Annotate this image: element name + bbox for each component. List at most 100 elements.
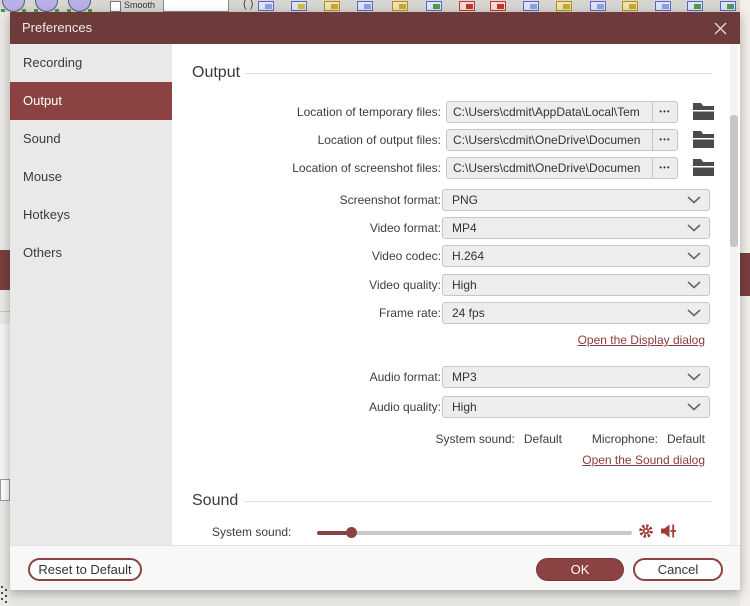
system-sound-speaker-button[interactable] <box>660 523 677 540</box>
video-quality-value: High <box>452 278 477 292</box>
toolbar-icon <box>291 1 307 11</box>
video-quality-dropdown[interactable]: High <box>442 274 710 296</box>
toolbar-icon <box>556 1 572 11</box>
chevron-down-icon <box>687 281 701 289</box>
output-files-label: Location of output files: <box>172 129 441 151</box>
toolbar-icon <box>720 1 736 11</box>
background-right-panel <box>740 0 750 606</box>
video-codec-value: H.264 <box>452 249 484 263</box>
system-sound-slider-thumb[interactable] <box>346 527 357 538</box>
toolbar-icon <box>324 1 340 11</box>
background-panel <box>0 324 10 482</box>
close-icon <box>714 22 727 35</box>
smooth-checkbox-label: Smooth <box>124 0 155 11</box>
microphone-device-label: Microphone: <box>592 432 658 446</box>
video-quality-label: Video quality: <box>172 274 441 296</box>
ok-button[interactable]: OK <box>536 558 624 581</box>
system-sound-slider[interactable] <box>317 531 632 535</box>
output-files-open-folder-button[interactable] <box>692 130 715 149</box>
background-accent-block <box>740 253 750 296</box>
screenshot-files-open-folder-button[interactable] <box>692 158 715 177</box>
system-sound-slider-label: System sound: <box>212 525 291 539</box>
sidebar-item-mouse[interactable]: Mouse <box>10 158 172 196</box>
folder-icon <box>692 130 715 149</box>
audio-quality-dropdown[interactable]: High <box>442 396 710 418</box>
toolbar-value-input <box>163 0 229 12</box>
frame-rate-value: 24 fps <box>452 306 485 320</box>
sidebar-item-recording[interactable]: Recording <box>10 44 172 82</box>
video-format-label: Video format: <box>172 217 441 239</box>
sidebar: Recording Output Sound Mouse Hotkeys Oth… <box>10 44 172 545</box>
sidebar-item-output[interactable]: Output <box>10 82 172 120</box>
temporary-files-browse-button[interactable]: ••• <box>652 102 677 122</box>
video-codec-dropdown[interactable]: H.264 <box>442 245 710 267</box>
smooth-checkbox <box>110 1 121 12</box>
frame-rate-label: Frame rate: <box>172 302 441 324</box>
system-sound-settings-button[interactable] <box>637 523 654 540</box>
video-format-dropdown[interactable]: MP4 <box>442 217 710 239</box>
shape-circle-icon <box>68 0 91 12</box>
section-divider <box>245 501 712 502</box>
background-dot <box>1 598 3 600</box>
close-button[interactable] <box>708 16 732 40</box>
screen: Smooth ( ) Preferences <box>0 0 750 606</box>
audio-quality-value: High <box>452 400 477 414</box>
open-display-dialog-link[interactable]: Open the Display dialog <box>578 333 705 347</box>
microphone-device-value: Default <box>667 432 705 446</box>
device-status-line: System sound: Default Microphone: Defaul… <box>436 432 705 446</box>
video-codec-label: Video codec: <box>172 245 441 267</box>
toolbar-icon <box>655 1 671 11</box>
screenshot-files-input[interactable] <box>447 158 652 178</box>
audio-format-label: Audio format: <box>172 366 441 388</box>
temporary-files-field: ••• <box>446 101 678 123</box>
cancel-button[interactable]: Cancel <box>633 558 723 581</box>
background-dot <box>1 592 3 594</box>
temporary-files-input[interactable] <box>447 102 652 122</box>
sidebar-item-sound[interactable]: Sound <box>10 120 172 158</box>
output-files-browse-button[interactable]: ••• <box>652 130 677 150</box>
screenshot-format-dropdown[interactable]: PNG <box>442 189 710 211</box>
parentheses-icon: ( ) <box>243 0 253 11</box>
system-sound-device-value: Default <box>524 432 562 446</box>
temporary-files-open-folder-button[interactable] <box>692 102 715 121</box>
system-sound-device-label: System sound: <box>436 432 515 446</box>
frame-rate-dropdown[interactable]: 24 fps <box>442 302 710 324</box>
toolbar-icon <box>523 1 539 11</box>
toolbar-icon <box>392 1 408 11</box>
screenshot-files-field: ••• <box>446 157 678 179</box>
audio-format-value: MP3 <box>452 370 477 384</box>
dialog-title: Preferences <box>22 12 92 44</box>
output-files-input[interactable] <box>447 130 652 150</box>
video-format-value: MP4 <box>452 221 477 235</box>
dialog-footer: Reset to Default OK Cancel <box>10 545 740 590</box>
output-files-field: ••• <box>446 129 678 151</box>
dialog-titlebar[interactable]: Preferences <box>10 12 740 44</box>
shape-circle-icon <box>35 0 58 12</box>
toolbar-icon <box>459 1 475 11</box>
background-dot <box>5 589 7 591</box>
sidebar-item-others[interactable]: Others <box>10 234 172 272</box>
background-divider <box>0 311 10 312</box>
scrollbar-thumb[interactable] <box>730 115 738 247</box>
output-section-heading: Output <box>192 64 240 82</box>
folder-icon <box>692 158 715 177</box>
screenshot-files-browse-button[interactable]: ••• <box>652 158 677 178</box>
background-dot <box>5 595 7 597</box>
background-left-panel <box>0 12 10 606</box>
screenshot-format-label: Screenshot format: <box>172 189 441 211</box>
background-dot <box>5 601 7 603</box>
folder-icon <box>692 102 715 121</box>
toolbar-icon <box>426 1 442 11</box>
gear-icon <box>638 523 654 539</box>
audio-format-dropdown[interactable]: MP3 <box>442 366 710 388</box>
toolbar-icon <box>590 1 606 11</box>
sidebar-item-hotkeys[interactable]: Hotkeys <box>10 196 172 234</box>
chevron-down-icon <box>687 252 701 260</box>
speaker-plus-icon <box>660 523 677 539</box>
chevron-down-icon <box>687 196 701 204</box>
section-divider <box>245 73 712 74</box>
open-sound-dialog-link[interactable]: Open the Sound dialog <box>582 453 705 467</box>
reset-to-default-button[interactable]: Reset to Default <box>28 558 142 581</box>
chevron-down-icon <box>687 403 701 411</box>
output-panel: Output Location of temporary files: ••• … <box>172 44 732 545</box>
